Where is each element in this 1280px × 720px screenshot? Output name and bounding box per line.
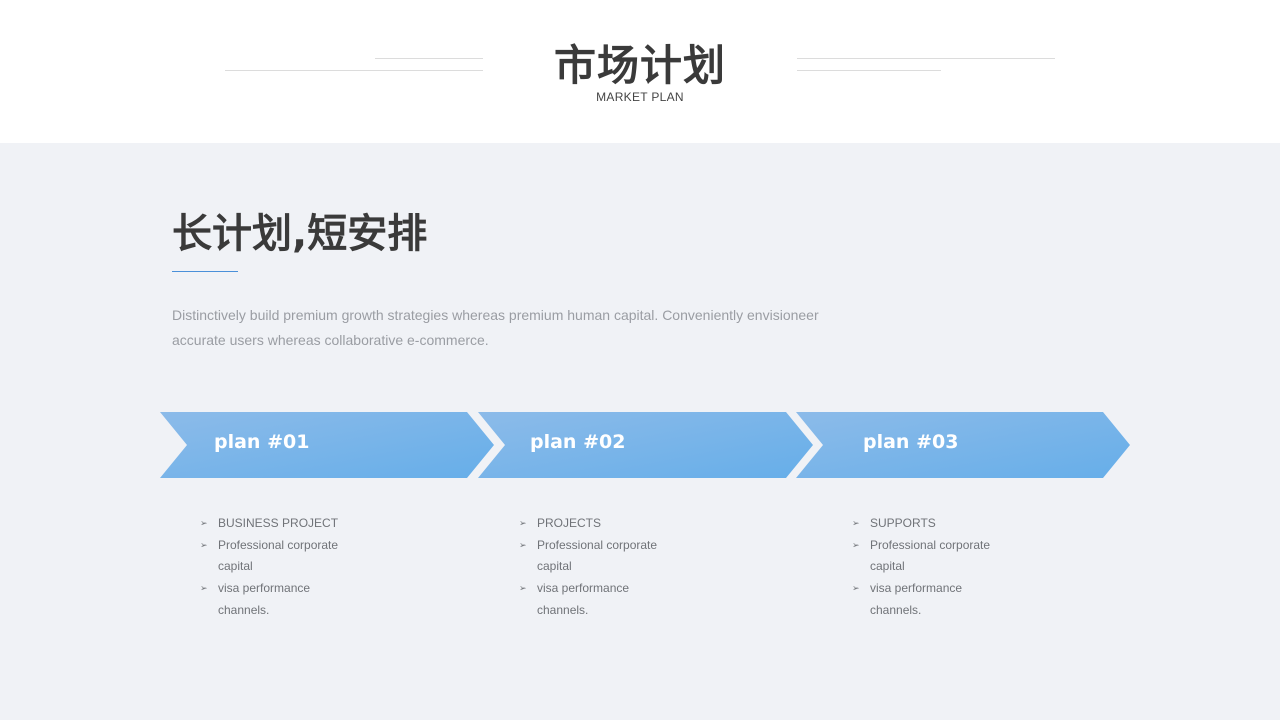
arrowhead-bullet-icon: ➢ xyxy=(200,518,208,528)
list-item: ➢ visa performance channels. xyxy=(200,578,338,621)
section-heading: 长计划,短安排 xyxy=(172,211,428,257)
plan-03-label: plan #03 xyxy=(863,431,959,453)
plan-02-arrow-shape xyxy=(478,412,813,478)
list-item: ➢ BUSINESS PROJECT xyxy=(200,513,338,535)
arrowhead-bullet-icon: ➢ xyxy=(852,518,860,528)
plan-03-list: ➢ SUPPORTS ➢ Professional corporate capi… xyxy=(852,513,990,622)
list-item: ➢ Professional corporate capital xyxy=(519,535,657,578)
arrowhead-bullet-icon: ➢ xyxy=(200,539,208,550)
list-item: ➢ SUPPORTS xyxy=(852,513,990,535)
content-area: 长计划,短安排 Distinctively build premium grow… xyxy=(0,143,1280,720)
plan-arrows xyxy=(160,412,1130,478)
header: 市场计划 MARKET PLAN xyxy=(0,0,1280,143)
arrowhead-bullet-icon: ➢ xyxy=(519,583,527,594)
arrowhead-bullet-icon: ➢ xyxy=(852,539,860,550)
arrowhead-bullet-icon: ➢ xyxy=(200,583,208,594)
page-subtitle: MARKET PLAN xyxy=(596,90,684,104)
arrowhead-bullet-icon: ➢ xyxy=(519,539,527,550)
plan-03-arrow-shape xyxy=(796,412,1130,478)
list-item: ➢ Professional corporate capital xyxy=(200,535,338,578)
description-line-1: Distinctively build premium growth strat… xyxy=(172,307,819,323)
arrowhead-bullet-icon: ➢ xyxy=(852,583,860,594)
plan-01-label: plan #01 xyxy=(214,431,310,453)
list-item: ➢ Professional corporate capital xyxy=(852,535,990,578)
section-description: Distinctively build premium growth strat… xyxy=(172,303,852,353)
plan-02-list: ➢ PROJECTS ➢ Professional corporate capi… xyxy=(519,513,657,622)
list-item: ➢ PROJECTS xyxy=(519,513,657,535)
plan-02-label: plan #02 xyxy=(530,431,626,453)
description-line-2: accurate users whereas collaborative e-c… xyxy=(172,332,489,348)
plan-01-list: ➢ BUSINESS PROJECT ➢ Professional corpor… xyxy=(200,513,338,622)
page-title: 市场计划 xyxy=(553,41,726,90)
heading-underline xyxy=(172,271,238,272)
list-item: ➢ visa performance channels. xyxy=(519,578,657,621)
arrowhead-bullet-icon: ➢ xyxy=(519,518,527,528)
plan-01-arrow-shape xyxy=(160,412,494,478)
list-item: ➢ visa performance channels. xyxy=(852,578,990,621)
